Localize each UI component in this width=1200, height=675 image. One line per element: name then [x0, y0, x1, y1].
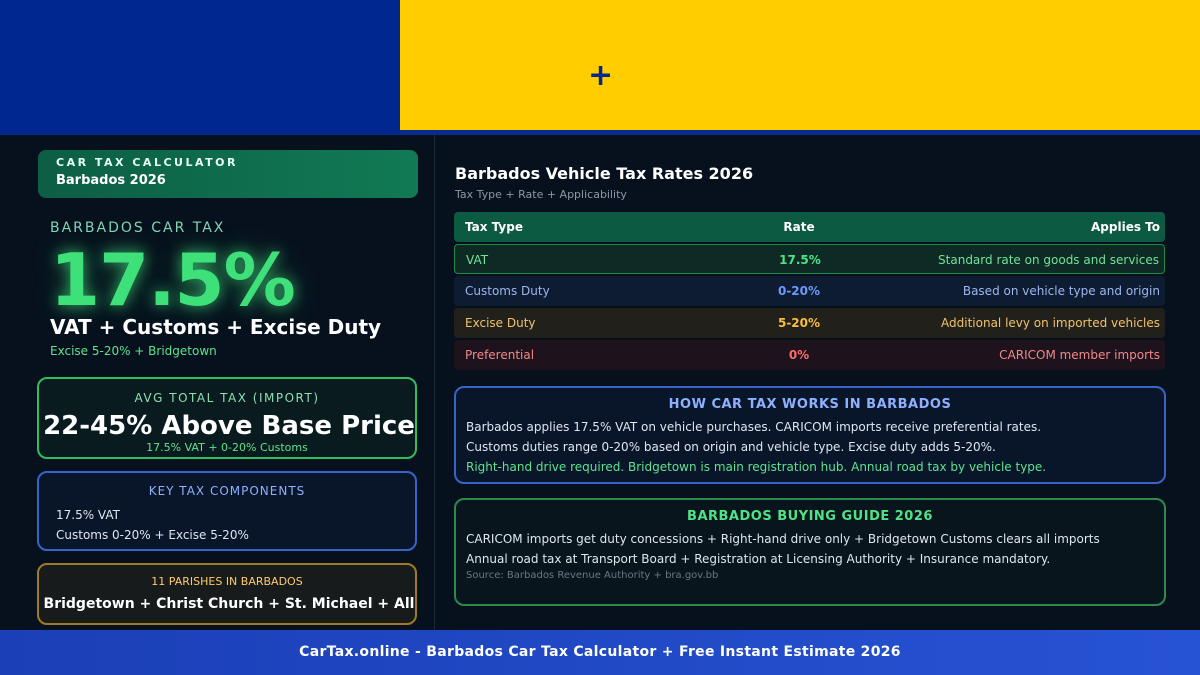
- parishes-card: 11 PARISHES IN BARBADOS Bridgetown + Chr…: [37, 563, 417, 625]
- headline-note: Excise 5-20% + Bridgetown: [50, 344, 217, 358]
- badge-title: CAR TAX CALCULATOR: [56, 156, 238, 169]
- rates-subtitle: Tax Type + Rate + Applicability: [455, 188, 627, 201]
- table-row-excise: Excise Duty 5-20% Additional levy on imp…: [454, 308, 1165, 338]
- avg-total-tax-label: AVG TOTAL TAX (IMPORT): [134, 391, 320, 405]
- calculator-badge: CAR TAX CALCULATOR Barbados 2026: [38, 150, 418, 198]
- cell-rate: 17.5%: [779, 253, 821, 267]
- key-components-card: KEY TAX COMPONENTS 17.5% VAT Customs 0-2…: [37, 471, 417, 551]
- table-header-row: Tax Type Rate Applies To: [454, 212, 1165, 242]
- footer-bar: CarTax.online - Barbados Car Tax Calcula…: [0, 630, 1200, 675]
- cell-tax-type: Excise Duty: [465, 316, 536, 330]
- cell-tax-type: Customs Duty: [465, 284, 550, 298]
- cell-rate: 0%: [788, 348, 810, 362]
- avg-total-tax-note: 17.5% VAT + 0-20% Customs: [146, 441, 308, 454]
- header-tax-type: Tax Type: [465, 220, 523, 234]
- left-panel: CAR TAX CALCULATOR Barbados 2026 BARBADO…: [0, 135, 435, 630]
- cell-tax-type: Preferential: [465, 348, 535, 362]
- headline-subtitle: VAT + Customs + Excise Duty: [50, 315, 382, 339]
- how-car-tax-works-card: HOW CAR TAX WORKS IN BARBADOS Barbados a…: [454, 386, 1166, 484]
- table-row-customs: Customs Duty 0-20% Based on vehicle type…: [454, 276, 1165, 306]
- flag-blue-panel: [0, 0, 400, 135]
- plus-icon: +: [588, 58, 614, 93]
- flag-banner: +: [0, 0, 1200, 135]
- avg-total-tax-value: 22-45% Above Base Price: [43, 411, 415, 441]
- guide-source: Source: Barbados Revenue Authority + bra…: [466, 570, 719, 581]
- parishes-label: 11 PARISHES IN BARBADOS: [151, 575, 303, 588]
- cell-applies-to: Based on vehicle type and origin: [962, 284, 1160, 298]
- cell-applies-to: CARICOM member imports: [999, 348, 1160, 362]
- header-rate: Rate: [783, 220, 815, 234]
- table-row-vat: VAT 17.5% Standard rate on goods and ser…: [454, 244, 1165, 274]
- key-components-line-1: 17.5% VAT: [56, 508, 120, 522]
- rates-title: Barbados Vehicle Tax Rates 2026: [455, 164, 754, 183]
- guide-line-2: Annual road tax at Transport Board + Reg…: [466, 552, 1051, 566]
- cell-rate: 5-20%: [777, 316, 821, 330]
- key-components-line-2: Customs 0-20% + Excise 5-20%: [56, 528, 249, 542]
- avg-total-tax-card: AVG TOTAL TAX (IMPORT) 22-45% Above Base…: [37, 377, 417, 459]
- table-row-preferential: Preferential 0% CARICOM member imports: [454, 340, 1165, 370]
- car-tax-label: BARBADOS CAR TAX: [50, 220, 226, 236]
- how-line-1: Barbados applies 17.5% VAT on vehicle pu…: [466, 420, 1042, 434]
- how-line-2: Customs duties range 0-20% based on orig…: [466, 440, 996, 454]
- buying-guide-card: BARBADOS BUYING GUIDE 2026 CARICOM impor…: [454, 498, 1166, 606]
- right-panel: Barbados Vehicle Tax Rates 2026 Tax Type…: [436, 135, 1200, 630]
- how-card-label: HOW CAR TAX WORKS IN BARBADOS: [668, 397, 952, 412]
- flag-gold-panel: [400, 0, 1200, 130]
- guide-line-1: CARICOM imports get duty concessions + R…: [466, 532, 1100, 546]
- key-components-label: KEY TAX COMPONENTS: [148, 484, 306, 498]
- cell-rate: 0-20%: [777, 284, 821, 298]
- how-line-3: Right-hand drive required. Bridgetown is…: [466, 460, 1047, 474]
- cell-tax-type: VAT: [466, 253, 489, 267]
- guide-card-label: BARBADOS BUYING GUIDE 2026: [687, 509, 933, 524]
- tax-rates-table: Tax Type Rate Applies To VAT 17.5% Stand…: [454, 212, 1165, 372]
- cell-applies-to: Additional levy on imported vehicles: [941, 316, 1160, 330]
- header-applies-to: Applies To: [1091, 220, 1160, 234]
- badge-subtitle: Barbados 2026: [56, 173, 166, 188]
- parishes-value: Bridgetown + Christ Church + St. Michael…: [43, 596, 415, 612]
- headline-rate: 17.5%: [50, 238, 296, 322]
- main-content: CAR TAX CALCULATOR Barbados 2026 BARBADO…: [0, 135, 1200, 630]
- cell-applies-to: Standard rate on goods and services: [938, 253, 1159, 267]
